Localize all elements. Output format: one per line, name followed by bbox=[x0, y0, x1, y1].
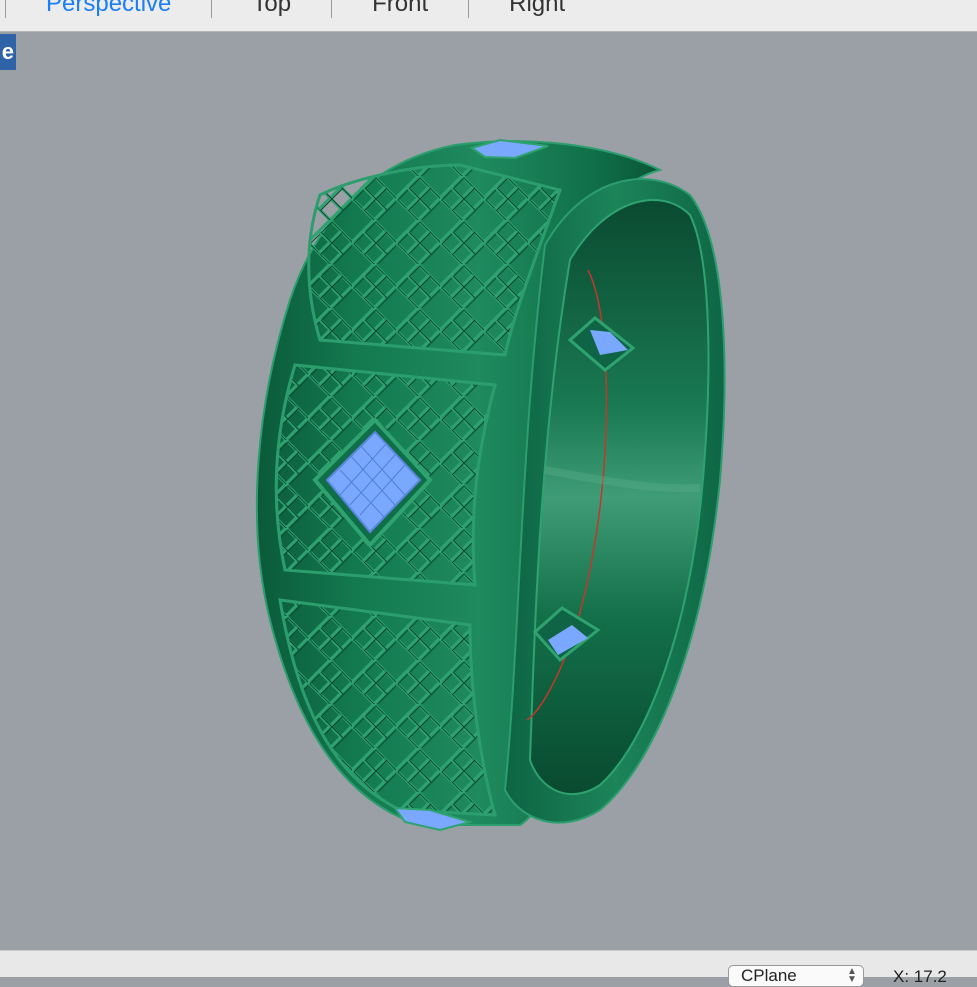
tab-perspective[interactable]: Perspective bbox=[6, 0, 211, 26]
chevron-up-down-icon: ▲ ▼ bbox=[847, 966, 857, 985]
coordinate-readout: X: 17.2 bbox=[893, 967, 947, 986]
viewport-tabbar: Perspective Top Front Right bbox=[0, 0, 977, 32]
cplane-label: CPlane bbox=[741, 966, 797, 985]
ring-model-render bbox=[255, 138, 726, 832]
perspective-viewport[interactable] bbox=[0, 33, 977, 950]
tab-top[interactable]: Top bbox=[212, 0, 331, 26]
cplane-select[interactable]: CPlane ▲ ▼ bbox=[728, 965, 864, 987]
viewport-title-badge[interactable]: e bbox=[0, 34, 16, 70]
tab-front[interactable]: Front bbox=[332, 0, 468, 26]
knot-panel-bottom bbox=[278, 598, 497, 817]
status-bar: CPlane ▲ ▼ X: 17.2 bbox=[0, 950, 977, 987]
tab-right[interactable]: Right bbox=[469, 0, 605, 26]
